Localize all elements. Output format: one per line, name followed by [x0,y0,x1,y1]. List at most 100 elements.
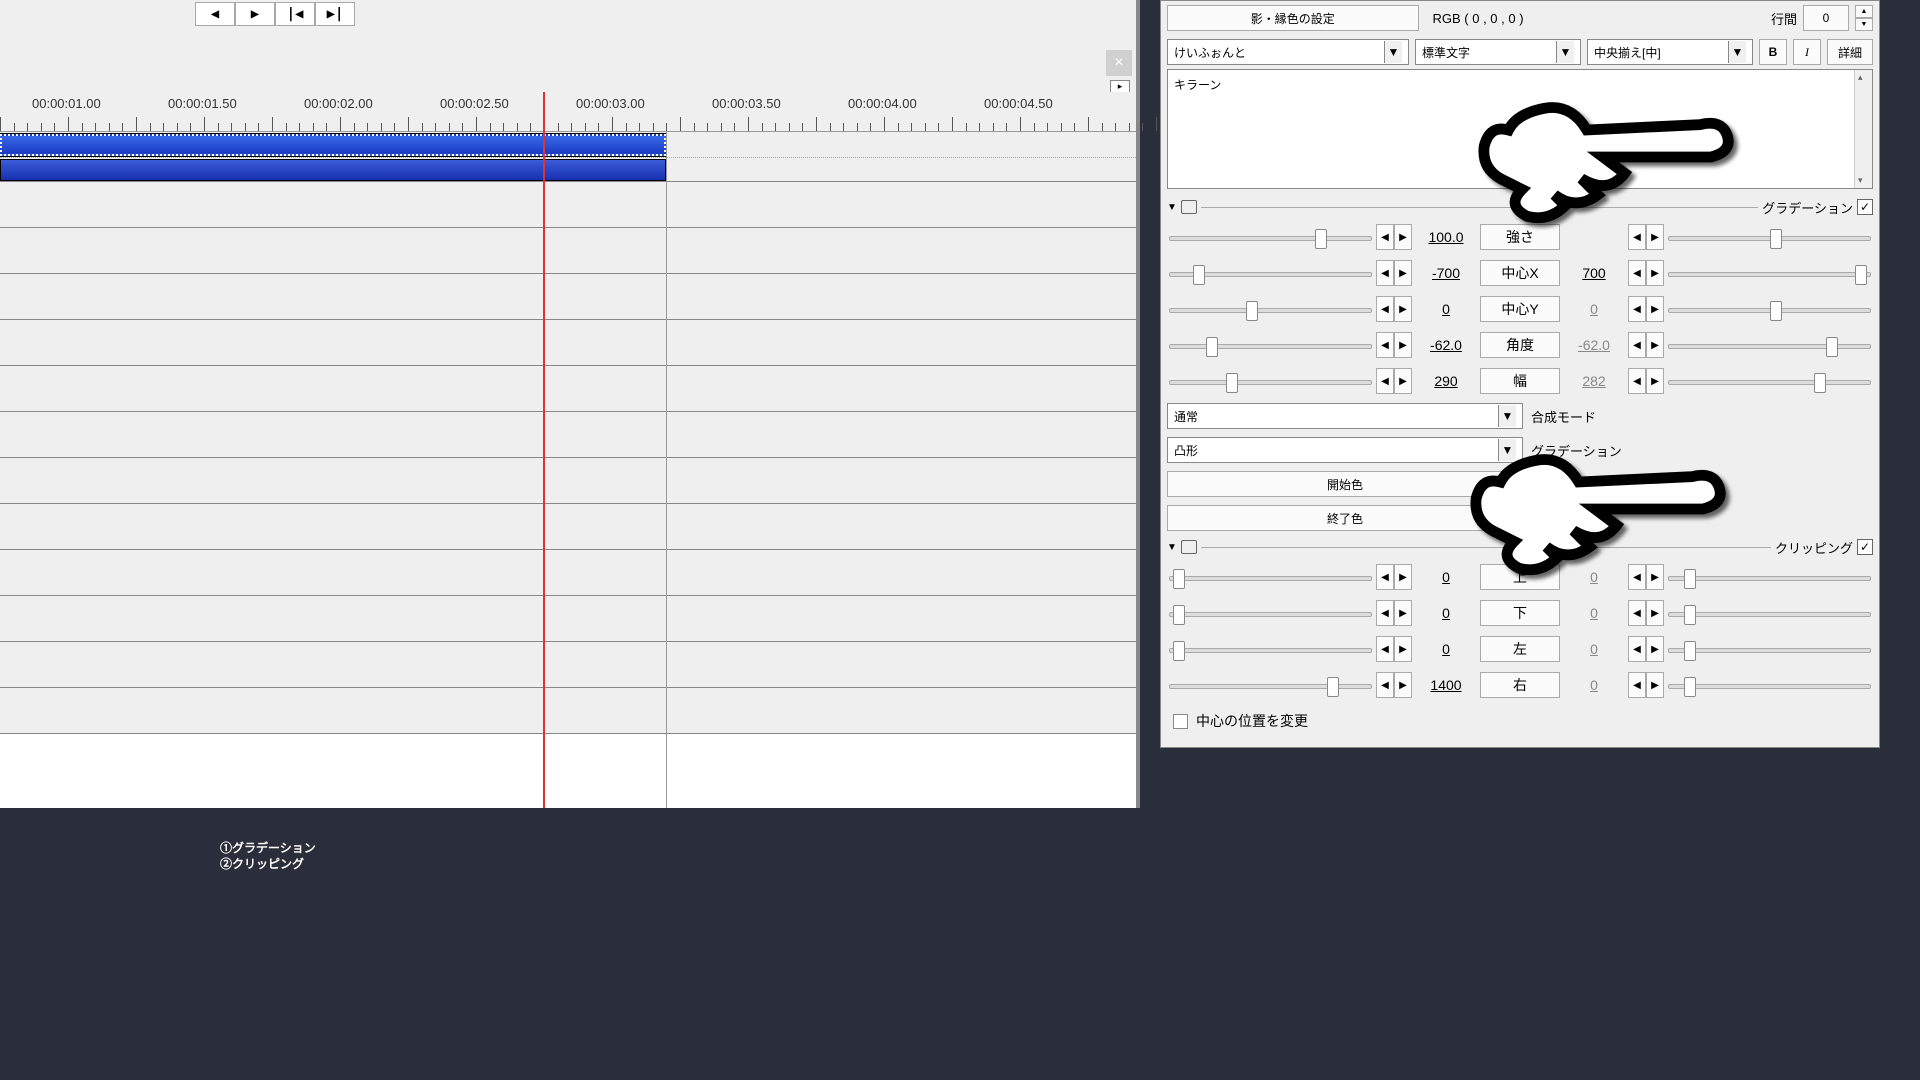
collapse-icon[interactable]: ▼ [1167,542,1177,553]
slider-thumb[interactable] [1770,301,1782,321]
track-row[interactable] [0,550,1136,596]
step-right-icon[interactable]: ▶ [1646,368,1664,394]
param-value-left[interactable]: 0 [1416,296,1476,322]
scrollbar[interactable]: ▴▾ [1854,70,1872,188]
track-row[interactable] [0,412,1136,458]
step-right-icon[interactable]: ▶ [1394,368,1412,394]
param-value-left[interactable]: 0 [1416,600,1476,626]
param-value-left[interactable]: -700 [1416,260,1476,286]
slider-track-left[interactable] [1169,341,1372,349]
step-right-icon[interactable]: ▶ [1394,636,1412,662]
step-left-icon[interactable]: ◀ [1628,600,1646,626]
param-value-right[interactable]: -62.0 [1564,332,1624,358]
slider-track-left[interactable] [1169,681,1372,689]
align-select[interactable]: 中央揃え[中]▼ [1587,39,1753,65]
param-label[interactable]: 中心X [1480,260,1560,286]
step-left-icon[interactable]: ◀ [1628,332,1646,358]
step-right-icon[interactable]: ▶ [1394,672,1412,698]
step-left-icon[interactable]: ◀ [1376,672,1394,698]
collapse-icon[interactable]: ▼ [1167,202,1177,213]
timeline-clip[interactable] [0,159,666,181]
param-value-left[interactable]: 100.0 [1416,224,1476,250]
param-label[interactable]: 下 [1480,600,1560,626]
gradation-checkbox[interactable]: ✓ [1857,199,1873,215]
clipping-checkbox[interactable]: ✓ [1857,539,1873,555]
linegap-up-icon[interactable]: ▲ [1855,5,1873,18]
linegap-down-icon[interactable]: ▼ [1855,18,1873,31]
step-left-icon[interactable]: ◀ [1376,368,1394,394]
style-select[interactable]: 標準文字▼ [1415,39,1581,65]
slider-track-right[interactable] [1668,305,1871,313]
param-value-right[interactable]: 0 [1564,636,1624,662]
slider-track-right[interactable] [1668,645,1871,653]
track-row[interactable] [0,320,1136,366]
step-right-icon[interactable]: ▶ [1646,636,1664,662]
step-right-icon[interactable]: ▶ [1394,224,1412,250]
slider-track-left[interactable] [1169,645,1372,653]
step-left-icon[interactable]: ◀ [1628,368,1646,394]
slider-track-left[interactable] [1169,573,1372,581]
slider-thumb[interactable] [1206,337,1218,357]
slider-thumb[interactable] [1684,641,1696,661]
slider-thumb[interactable] [1826,337,1838,357]
param-label[interactable]: 角度 [1480,332,1560,358]
param-label[interactable]: 中心Y [1480,296,1560,322]
play-next-frame-button[interactable]: ▶ [235,2,275,26]
track-row[interactable] [0,274,1136,320]
step-left-icon[interactable]: ◀ [1628,296,1646,322]
step-left-icon[interactable]: ◀ [1628,260,1646,286]
param-label[interactable]: 幅 [1480,368,1560,394]
param-value-left[interactable]: 290 [1416,368,1476,394]
step-right-icon[interactable]: ▶ [1394,296,1412,322]
step-left-icon[interactable]: ◀ [1628,636,1646,662]
bold-button[interactable]: B [1759,39,1787,65]
slider-track-left[interactable] [1169,305,1372,313]
timeline-tracks[interactable] [0,132,1136,808]
close-icon[interactable]: × [1106,50,1132,76]
shadow-outline-button[interactable]: 影・縁色の設定 [1167,5,1419,31]
param-value-right[interactable]: 700 [1564,260,1624,286]
track-row[interactable] [0,642,1136,688]
linegap-value[interactable]: 0 [1803,5,1849,31]
go-start-button[interactable]: |◀ [275,2,315,26]
track-row[interactable] [0,228,1136,274]
step-right-icon[interactable]: ▶ [1646,332,1664,358]
track-row[interactable] [0,688,1136,734]
slider-track-left[interactable] [1169,233,1372,241]
slider-track-left[interactable] [1169,377,1372,385]
param-value-right[interactable]: 0 [1564,600,1624,626]
slider-thumb[interactable] [1770,229,1782,249]
slider-thumb[interactable] [1193,265,1205,285]
scroll-down-icon[interactable]: ▾ [1858,175,1863,186]
slider-track-right[interactable] [1668,609,1871,617]
track-row[interactable] [0,458,1136,504]
slider-thumb[interactable] [1173,641,1185,661]
scroll-up-icon[interactable]: ▴ [1858,72,1863,83]
step-left-icon[interactable]: ◀ [1376,564,1394,590]
timeline-ruler[interactable]: 00:00:01.00 00:00:01.50 00:00:02.00 00:0… [0,92,1136,132]
slider-thumb[interactable] [1315,229,1327,249]
track-row[interactable] [0,182,1136,228]
slider-track-right[interactable] [1668,681,1871,689]
slider-thumb[interactable] [1684,677,1696,697]
slider-thumb[interactable] [1246,301,1258,321]
track-row[interactable] [0,366,1136,412]
slider-thumb[interactable] [1226,373,1238,393]
step-left-icon[interactable]: ◀ [1628,672,1646,698]
track-row[interactable] [0,504,1136,550]
slider-track-right[interactable] [1668,341,1871,349]
slider-thumb[interactable] [1173,605,1185,625]
timeline-clip-selected[interactable] [0,134,666,156]
step-left-icon[interactable]: ◀ [1376,296,1394,322]
step-left-icon[interactable]: ◀ [1376,636,1394,662]
step-left-icon[interactable]: ◀ [1376,600,1394,626]
slider-thumb[interactable] [1814,373,1826,393]
track-row[interactable] [0,596,1136,642]
param-value-left[interactable]: 0 [1416,636,1476,662]
track-row[interactable] [0,132,1136,182]
slider-track-right[interactable] [1668,269,1871,277]
step-left-icon[interactable]: ◀ [1376,224,1394,250]
center-change-checkbox[interactable] [1173,714,1188,729]
step-right-icon[interactable]: ▶ [1394,600,1412,626]
slider-thumb[interactable] [1684,605,1696,625]
